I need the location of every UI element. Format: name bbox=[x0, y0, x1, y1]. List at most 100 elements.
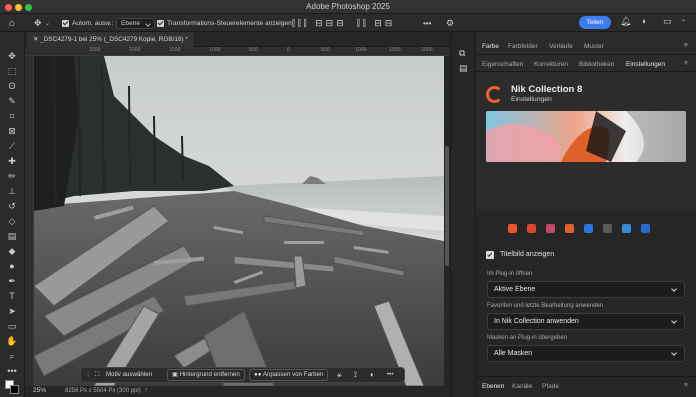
tab-eigenschaften[interactable]: Eigenschaften bbox=[482, 61, 523, 68]
ruler-label: 0 bbox=[287, 47, 290, 53]
nik-plugin-icon[interactable] bbox=[546, 224, 555, 233]
status-chevron-icon[interactable]: › bbox=[145, 386, 147, 393]
tab-pfade[interactable]: Pfade bbox=[542, 383, 559, 390]
frame-tool-icon[interactable]: ⊠ bbox=[6, 125, 18, 137]
drag-handle-icon[interactable]: ⋮ bbox=[85, 368, 91, 382]
transform-icon[interactable]: ⟟ bbox=[354, 368, 357, 382]
lasso-tool-icon[interactable]: ʘ bbox=[6, 80, 18, 92]
show-header-label: Titelbild anzeigen bbox=[500, 251, 555, 258]
match-colors-label: Anpassen von Farben bbox=[262, 371, 324, 378]
clone-stamp-tool-icon[interactable]: ⊥ bbox=[6, 185, 18, 197]
align-icons[interactable]: ⫿⫿⫿ ⊟⊟⊟ bbox=[292, 14, 347, 32]
nik-plugin-icon[interactable] bbox=[527, 224, 536, 233]
nik-plugin-icon[interactable] bbox=[565, 224, 574, 233]
nik-plugin-icon[interactable] bbox=[641, 224, 650, 233]
quick-selection-tool-icon[interactable]: ✎ bbox=[6, 95, 18, 107]
home-icon[interactable]: ⌂ bbox=[9, 14, 15, 32]
eraser-tool-icon[interactable]: ◇ bbox=[6, 215, 18, 227]
rectangle-tool-icon[interactable]: ▭ bbox=[6, 320, 18, 332]
history-panel-icon[interactable]: ⧉ bbox=[459, 48, 465, 59]
ruler-label: 1000 bbox=[355, 47, 367, 53]
select-subject-button[interactable]: Motiv auswählen bbox=[106, 368, 152, 382]
tab-farbe[interactable]: Farbe bbox=[482, 43, 499, 50]
notifications-bell-icon[interactable]: 🔔︎ bbox=[620, 16, 631, 27]
magic-icon[interactable]: ⚹ bbox=[337, 368, 342, 382]
type-tool-icon[interactable]: T bbox=[6, 290, 18, 302]
scrollbar-thumb[interactable] bbox=[445, 146, 449, 266]
settings-gear-icon[interactable]: ⚙ bbox=[446, 14, 454, 32]
ruler-label: 1500 bbox=[169, 47, 181, 53]
panel-menu-icon[interactable]: ≡ bbox=[684, 42, 688, 49]
nik-plugin-icon[interactable] bbox=[508, 224, 517, 233]
dodge-tool-icon[interactable]: ● bbox=[6, 260, 18, 272]
brush-tool-icon[interactable]: ✏ bbox=[6, 170, 18, 182]
marquee-tool-icon[interactable]: ⬚ bbox=[6, 65, 18, 77]
tab-einstellungen[interactable]: Einstellungen bbox=[626, 61, 665, 68]
workspace-icon[interactable]: ▭ bbox=[663, 16, 672, 27]
more-actions-button[interactable]: ••• bbox=[387, 368, 394, 382]
nik-plugin-icon[interactable] bbox=[584, 224, 593, 233]
nik-logo-icon bbox=[486, 86, 503, 103]
tab-kanaele[interactable]: Kanäle bbox=[512, 383, 532, 390]
nik-header: Nik Collection 8 Einstellungen bbox=[476, 76, 696, 209]
tab-verlaeufe[interactable]: Verläufe bbox=[549, 43, 573, 50]
transform-controls-checkbox[interactable] bbox=[157, 19, 164, 27]
panel-menu-icon[interactable]: ≡ bbox=[684, 382, 688, 389]
masks-dropdown[interactable]: Alle Masken bbox=[487, 345, 685, 362]
tab-ebenen[interactable]: Ebenen bbox=[482, 383, 504, 390]
tab-bibliotheken[interactable]: Bibliotheken bbox=[579, 61, 614, 68]
properties-panel-tabs: Eigenschaften Korrekturen Bibliotheken E… bbox=[476, 57, 696, 72]
document-tab[interactable]: ✕ _DSC4279-1 bei 25% (_DSC4279 Kopie, RG… bbox=[27, 32, 194, 47]
discover-icon[interactable]: ◐ bbox=[642, 16, 647, 26]
document-dimensions[interactable]: 8256 Px x 5504 Px (300 ppi) bbox=[65, 388, 141, 394]
gradient-tool-icon[interactable]: ▤ bbox=[6, 230, 18, 242]
tab-muster[interactable]: Muster bbox=[584, 43, 604, 50]
favorites-label: Favoriten und letzte Bearbeitung anwende… bbox=[487, 303, 604, 309]
transform-controls-label: Transformations-Steuerelemente anzeigen bbox=[167, 19, 292, 27]
pen-tool-icon[interactable]: ✒ bbox=[6, 275, 18, 287]
healing-brush-tool-icon[interactable]: ✚ bbox=[6, 155, 18, 167]
remove-background-icon: ▣ bbox=[172, 371, 180, 378]
nik-plugin-icon[interactable] bbox=[603, 224, 612, 233]
background-color-swatch[interactable] bbox=[10, 385, 19, 394]
show-header-checkbox[interactable] bbox=[486, 251, 494, 259]
auto-select-checkbox[interactable] bbox=[62, 19, 69, 27]
ruler-label: 500 bbox=[321, 47, 330, 53]
zoom-tool-icon[interactable]: ⌕ bbox=[6, 350, 18, 362]
comments-panel-icon[interactable]: ▤ bbox=[459, 63, 468, 74]
open-in-plugin-dropdown[interactable]: Aktive Ebene bbox=[487, 281, 685, 298]
tab-farbfelder[interactable]: Farbfelder bbox=[508, 43, 538, 50]
adjustment-icon[interactable]: ◐ bbox=[370, 368, 375, 382]
tab-korrekturen[interactable]: Korrekturen bbox=[534, 61, 568, 68]
transform-controls-option[interactable]: Transformations-Steuerelemente anzeigen bbox=[157, 14, 292, 32]
blur-tool-icon[interactable]: ◆ bbox=[6, 245, 18, 257]
more-options-button[interactable]: ••• bbox=[423, 14, 431, 32]
nik-plugin-icon[interactable] bbox=[622, 224, 631, 233]
tool-preset-chevron-icon[interactable]: ⌄ bbox=[45, 14, 50, 32]
auto-select-value[interactable]: Ebene bbox=[116, 17, 156, 29]
path-selection-tool-icon[interactable]: ➤ bbox=[6, 305, 18, 317]
panel-menu-icon[interactable]: ≡ bbox=[684, 60, 688, 67]
window-title: Adobe Photoshop 2025 bbox=[306, 2, 390, 11]
image-canvas[interactable] bbox=[34, 56, 444, 386]
remove-background-label: Hintergrund entfernen bbox=[179, 371, 240, 378]
workspace-chevron-icon[interactable]: ⌄ bbox=[681, 16, 686, 23]
crop-tool-icon[interactable]: ⌗ bbox=[6, 110, 18, 122]
remove-background-button[interactable]: ▣ Hintergrund entfernen bbox=[167, 369, 245, 381]
zoom-level[interactable]: 25% bbox=[33, 387, 46, 394]
favorites-dropdown[interactable]: In Nik Collection anwenden bbox=[487, 313, 685, 330]
ruler-label: 2000 bbox=[421, 47, 433, 53]
move-tool-icon[interactable]: ✥ bbox=[34, 14, 42, 32]
history-brush-tool-icon[interactable]: ↺ bbox=[6, 200, 18, 212]
hand-tool-icon[interactable]: ✋ bbox=[6, 335, 18, 347]
more-tools-icon[interactable]: ••• bbox=[6, 365, 18, 377]
distribute-icons[interactable]: ⫿⫿ ⊟⊟ bbox=[357, 14, 395, 32]
nik-app-icons bbox=[476, 224, 696, 236]
match-colors-button[interactable]: ●● Anpassen von Farben bbox=[249, 369, 329, 381]
move-tool-icon[interactable]: ✥ bbox=[6, 50, 18, 62]
share-button[interactable]: Teilen bbox=[579, 16, 611, 29]
masks-label: Masken an Plug-in übergeben bbox=[487, 335, 568, 341]
eyedropper-tool-icon[interactable]: ⟋ bbox=[6, 140, 18, 152]
auto-select-dropdown[interactable]: Ebene bbox=[116, 14, 156, 32]
auto-select-option[interactable]: Autom. ausw.: bbox=[62, 14, 113, 32]
